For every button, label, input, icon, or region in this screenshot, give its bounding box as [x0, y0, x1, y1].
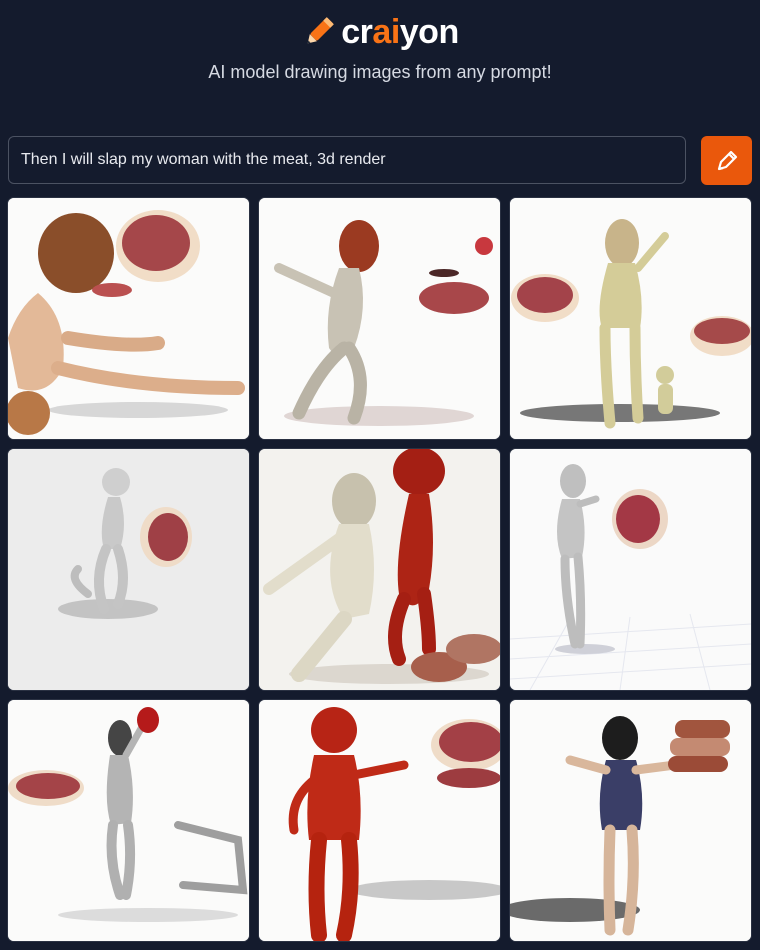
logo-accent: ai [372, 12, 400, 51]
header: craiyon AI model drawing images from any… [0, 0, 760, 120]
tagline: AI model drawing images from any prompt! [208, 62, 552, 82]
result-image-4[interactable] [8, 449, 249, 690]
result-image-8[interactable] [259, 700, 500, 941]
results-grid [8, 198, 752, 942]
result-image-3[interactable] [510, 198, 751, 439]
pencil-logo-icon [301, 14, 337, 50]
prompt-input[interactable] [8, 136, 686, 184]
craiyon-logo[interactable]: craiyon [0, 10, 760, 54]
pencil-icon [717, 150, 737, 170]
result-image-2[interactable] [259, 198, 500, 439]
draw-button[interactable] [701, 136, 752, 185]
logo-text: craiyon [341, 12, 459, 52]
logo-prefix: cr [341, 12, 373, 51]
result-image-6[interactable] [510, 449, 751, 690]
result-image-5[interactable] [259, 449, 500, 690]
result-image-9[interactable] [510, 700, 751, 941]
logo-suffix: yon [399, 12, 459, 51]
result-image-7[interactable] [8, 700, 249, 941]
result-image-1[interactable] [8, 198, 249, 439]
